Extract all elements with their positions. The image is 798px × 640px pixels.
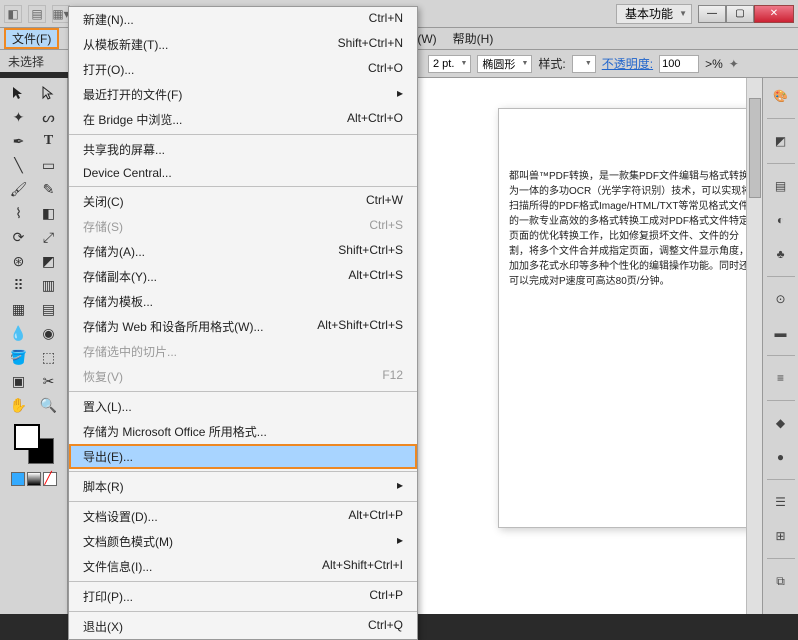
brushes-panel-icon[interactable]: ●	[769, 445, 793, 469]
free-transform-tool[interactable]: ◩	[35, 250, 63, 272]
paintbrush-tool[interactable]: 🖌	[5, 178, 33, 200]
close-button[interactable]: ✕	[754, 5, 794, 23]
eyedropper-tool[interactable]: 💧	[5, 322, 33, 344]
menu-exit[interactable]: 退出(X)Ctrl+Q	[69, 614, 417, 639]
file-menu-dropdown: 新建(N)...Ctrl+N 从模板新建(T)...Shift+Ctrl+N 打…	[68, 6, 418, 640]
blend-tool[interactable]: ◉	[35, 322, 63, 344]
menu-save-copy[interactable]: 存储副本(Y)...Alt+Ctrl+S	[69, 264, 417, 289]
menu-device-central[interactable]: Device Central...	[69, 162, 417, 184]
menu-new[interactable]: 新建(N)...Ctrl+N	[69, 7, 417, 32]
graphic-styles-panel-icon[interactable]: ▬	[769, 321, 793, 345]
menu-document-setup[interactable]: 文档设置(D)...Alt+Ctrl+P	[69, 504, 417, 529]
menu-browse-bridge[interactable]: 在 Bridge 中浏览...Alt+Ctrl+O	[69, 107, 417, 132]
menu-place[interactable]: 置入(L)...	[69, 394, 417, 419]
menu-save-ms-office[interactable]: 存储为 Microsoft Office 所用格式...	[69, 419, 417, 444]
selection-tool[interactable]	[5, 82, 33, 104]
menu-open[interactable]: 打开(O)...Ctrl+O	[69, 57, 417, 82]
fill-swatch[interactable]	[14, 424, 40, 450]
color-swatches[interactable]	[14, 424, 54, 464]
align-panel-icon[interactable]: ☰	[769, 490, 793, 514]
toolbox: ✦ ᔕ ✒ T ╲ ▭ 🖌 ✎ ⌇ ◧ ⟳ ⤢ ⊛ ◩ ⠿ ▥ ▦ ▤ 💧 ◉ …	[0, 78, 68, 614]
graphic-style-dropdown[interactable]	[572, 55, 596, 73]
opacity-input[interactable]	[659, 55, 699, 73]
live-paint-selection-tool[interactable]: ⬚	[35, 346, 63, 368]
rotate-tool[interactable]: ⟳	[5, 226, 33, 248]
slice-tool[interactable]: ✂	[35, 370, 63, 392]
magic-wand-tool[interactable]: ✦	[5, 106, 33, 128]
menu-help[interactable]: 帮助(H)	[445, 28, 502, 49]
swatches-panel-icon[interactable]: ◩	[769, 129, 793, 153]
warp-tool[interactable]: ⊛	[5, 250, 33, 272]
mesh-tool[interactable]: ▦	[5, 298, 33, 320]
menu-save-as[interactable]: 存储为(A)...Shift+Ctrl+S	[69, 239, 417, 264]
pen-tool[interactable]: ✒	[5, 130, 33, 152]
opacity-link[interactable]: 不透明度:	[602, 55, 653, 72]
hand-tool[interactable]: ✋	[5, 394, 33, 416]
arrange-icon[interactable]: ▤	[28, 5, 46, 23]
menu-share-screen[interactable]: 共享我的屏幕...	[69, 137, 417, 162]
symbol-sprayer-tool[interactable]: ⠿	[5, 274, 33, 296]
style-label: 样式:	[538, 55, 565, 72]
menu-save: 存储(S)Ctrl+S	[69, 214, 417, 239]
pathfinder-panel-icon[interactable]: ⊞	[769, 524, 793, 548]
gradient-panel-icon[interactable]: ◐	[769, 208, 793, 232]
menu-save-for-web[interactable]: 存储为 Web 和设备所用格式(W)...Alt+Shift+Ctrl+S	[69, 314, 417, 339]
menu-color-mode[interactable]: 文档颜色模式(M)	[69, 529, 417, 554]
menu-revert: 恢复(V)F12	[69, 364, 417, 389]
menu-file[interactable]: 文件(F)	[4, 28, 59, 49]
transparency-panel-icon[interactable]: ♣	[769, 242, 793, 266]
menu-save-template[interactable]: 存储为模板...	[69, 289, 417, 314]
document-area: 新建(N)...Ctrl+N 从模板新建(T)...Shift+Ctrl+N 打…	[68, 78, 746, 614]
stroke-style-dropdown[interactable]: 椭圆形	[477, 55, 532, 73]
minimize-button[interactable]: —	[698, 5, 726, 23]
type-tool[interactable]: T	[35, 130, 63, 152]
graph-tool[interactable]: ▥	[35, 274, 63, 296]
canvas[interactable]: 都叫兽™PDF转换，是一款集PDF文件编辑与格式转换为一体的多功OCR（光学字符…	[418, 78, 746, 614]
eraser-tool[interactable]: ◧	[35, 202, 63, 224]
zoom-tool[interactable]: 🔍	[35, 394, 63, 416]
artboard-tool[interactable]: ▣	[5, 370, 33, 392]
symbols-panel-icon[interactable]: ◆	[769, 411, 793, 435]
menu-print[interactable]: 打印(P)...Ctrl+P	[69, 584, 417, 609]
artboard: 都叫兽™PDF转换，是一款集PDF文件编辑与格式转换为一体的多功OCR（光学字符…	[498, 108, 746, 528]
maximize-button[interactable]: ▢	[726, 5, 754, 23]
artboards-panel-icon[interactable]: ⧉	[769, 569, 793, 593]
live-paint-tool[interactable]: 🪣	[5, 346, 33, 368]
menu-close[interactable]: 关闭(C)Ctrl+W	[69, 189, 417, 214]
menu-new-from-template[interactable]: 从模板新建(T)...Shift+Ctrl+N	[69, 32, 417, 57]
layers-panel-icon[interactable]: ≡	[769, 366, 793, 390]
line-tool[interactable]: ╲	[5, 154, 33, 176]
workspace-dropdown[interactable]: 基本功能	[616, 4, 692, 24]
gradient-tool[interactable]: ▤	[35, 298, 63, 320]
app-icon: ◧	[4, 5, 22, 23]
document-text: 都叫兽™PDF转换，是一款集PDF文件编辑与格式转换为一体的多功OCR（光学字符…	[509, 169, 746, 289]
wand-icon[interactable]: ✦	[729, 57, 739, 71]
menu-file-info[interactable]: 文件信息(I)...Alt+Shift+Ctrl+I	[69, 554, 417, 579]
percent-label: >%	[705, 57, 723, 71]
appearance-panel-icon[interactable]: ⊙	[769, 287, 793, 311]
vertical-scrollbar[interactable]	[746, 78, 762, 614]
lasso-tool[interactable]: ᔕ	[35, 106, 63, 128]
color-panel-icon[interactable]: 🎨	[769, 84, 793, 108]
direct-selection-tool[interactable]	[35, 82, 63, 104]
gradient-mode-box[interactable]	[27, 472, 41, 486]
menu-save-slices: 存储选中的切片...	[69, 339, 417, 364]
no-selection-label: 未选择	[0, 50, 68, 72]
blob-brush-tool[interactable]: ⌇	[5, 202, 33, 224]
rectangle-tool[interactable]: ▭	[35, 154, 63, 176]
menu-export[interactable]: 导出(E)...	[69, 444, 417, 469]
stroke-weight-dropdown[interactable]: 2 pt.	[428, 55, 471, 73]
menu-recent[interactable]: 最近打开的文件(F)	[69, 82, 417, 107]
pencil-tool[interactable]: ✎	[35, 178, 63, 200]
menu-scripts[interactable]: 脚本(R)	[69, 474, 417, 499]
stroke-panel-icon[interactable]: ▤	[769, 174, 793, 198]
color-mode-box[interactable]	[11, 472, 25, 486]
scale-tool[interactable]: ⤢	[35, 226, 63, 248]
scrollbar-thumb[interactable]	[749, 98, 761, 198]
none-mode-box[interactable]: ╱	[43, 472, 57, 486]
right-panel-dock: 🎨 ◩ ▤ ◐ ♣ ⊙ ▬ ≡ ◆ ● ☰ ⊞ ⧉	[762, 78, 798, 614]
